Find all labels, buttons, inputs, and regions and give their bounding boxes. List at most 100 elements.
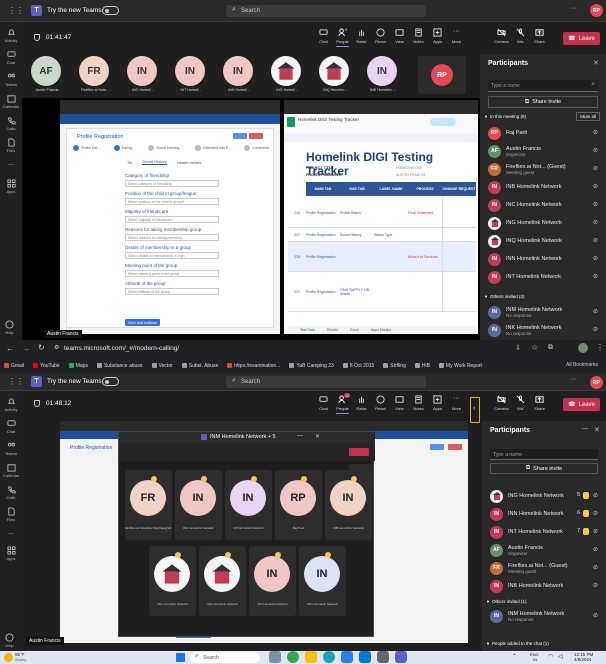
rail-activity[interactable]: Activity	[0, 28, 22, 43]
bookmark-item[interactable]: Substance abuse	[96, 363, 143, 369]
sheet-tab[interactable]: Test Data	[300, 328, 315, 332]
participant-row[interactable]: IN INN Homelink Network ⊘	[480, 250, 606, 268]
search-box[interactable]: ⌕ Search	[226, 376, 426, 388]
in-meeting-header[interactable]: ▼ In this meeting (9) Mute all	[484, 112, 602, 121]
more-options-icon[interactable]: ···	[570, 376, 577, 383]
leave-button[interactable]: ☎ Leave	[563, 398, 600, 411]
field-select[interactable]: Select details of membership in a gr...	[125, 252, 219, 259]
toolbar-view[interactable]: View	[390, 395, 409, 411]
teams-taskbar-icon[interactable]	[395, 651, 407, 663]
popup-video-tile[interactable]: ING Homelink Network	[149, 546, 196, 616]
mail-icon[interactable]	[359, 651, 371, 663]
popup-video-tile[interactable]: IN INM Homelink Network	[299, 546, 346, 616]
type-name-input[interactable]: Type a name	[490, 449, 598, 460]
share-button[interactable]: Share	[530, 395, 549, 411]
toolbar-people[interactable]: People 9	[333, 27, 352, 47]
video-tile[interactable]: IN INC Homeli...	[120, 54, 166, 96]
sheet-row[interactable]: 226 Profile Registration Profile Status Fin…	[288, 198, 476, 228]
video-tile[interactable]: IN INB Homelink ...	[360, 54, 406, 96]
share-invite-button[interactable]: ⧉ Share invite	[488, 96, 598, 108]
field-select[interactable]: Select meeting point of the group	[125, 270, 219, 277]
share-button[interactable]: Share	[530, 28, 549, 44]
download-icon[interactable]: ⇩	[515, 344, 521, 352]
sheet-tab[interactable]: Event	[350, 328, 359, 332]
menu-icon[interactable]: ⋮	[596, 343, 604, 352]
step-item[interactable]: Extended Info F...	[195, 145, 230, 151]
rail-calls[interactable]: Calls	[0, 116, 22, 131]
participant-row[interactable]: IN INN Homelink Network 6 ⊘	[482, 505, 606, 523]
forward-icon[interactable]: →	[22, 344, 30, 353]
bookmark-item[interactable]: HiB	[414, 363, 430, 369]
reload-icon[interactable]: ↻	[38, 343, 45, 352]
sheet-row[interactable]: 229 Profile Registration OMG SUPPLY LIB de…	[288, 272, 476, 312]
popup-video-tile[interactable]: FR Fireflies.ai Notetaker Raj Raja@Jd...	[125, 470, 172, 540]
profile-icon[interactable]	[578, 343, 588, 353]
participant-row[interactable]: IN INB Homelink Network ⊘	[480, 178, 606, 196]
others-invited-header[interactable]: ▼ Others invited (2)	[484, 294, 524, 299]
field-select[interactable]: Select majority of friends are	[125, 216, 219, 223]
close-icon[interactable]: ✕	[593, 59, 599, 67]
camera-button[interactable]: Camera	[492, 395, 511, 411]
dots-grid-icon[interactable]: ⋮⋮	[8, 6, 24, 15]
save-continue-button[interactable]: Save and continue	[125, 319, 160, 326]
participant-row[interactable]: IN INK Homelink Network No response ⊘	[480, 321, 606, 339]
close-icon[interactable]: ✕	[594, 426, 600, 434]
toolbar-react[interactable]: React	[371, 395, 390, 411]
settings-icon[interactable]	[377, 651, 389, 663]
participant-row[interactable]: IN INM Homelink Network No response ⊘	[480, 303, 606, 321]
sheet-row[interactable]: 227 Profile Registration Social History Sta…	[288, 228, 476, 242]
type-name-input[interactable]: Type a name ⌕	[488, 80, 598, 92]
toolbar-view[interactable]: View	[390, 28, 409, 44]
weather-icon[interactable]	[4, 653, 13, 662]
added-to-chat-header[interactable]: ▼ People added to the chat (1)	[486, 641, 549, 646]
field-select[interactable]: Select category of friendship	[125, 180, 219, 187]
video-tile[interactable]: IN INT Homeli...	[168, 54, 214, 96]
toolbar-notes[interactable]: Notes	[409, 28, 428, 44]
rail-teams[interactable]: Teams	[0, 441, 22, 456]
bookmark-item[interactable]: 8 Oct 2015	[342, 363, 374, 369]
rail-files[interactable]: Files	[0, 138, 22, 153]
rail-help[interactable]: Help	[5, 320, 14, 335]
participant-row[interactable]: ING Homelink Network 5 ⊘	[482, 487, 606, 505]
popup-video-tile[interactable]: IN INN Homelink Network	[249, 546, 296, 616]
tray-chevron-icon[interactable]: ⌃	[512, 653, 517, 660]
rail-files[interactable]: Files	[0, 507, 22, 522]
mic-button[interactable]: Mic	[511, 28, 530, 44]
new-teams-toggle[interactable]	[102, 6, 119, 15]
chrome-icon[interactable]	[287, 651, 299, 663]
bookmark-item[interactable]: Gmail	[4, 363, 24, 369]
step-item[interactable]: Profile Det...	[73, 145, 100, 151]
popup-video-tile[interactable]: IN INT Homelink Network	[225, 470, 272, 540]
rail-apps[interactable]: Apps	[0, 546, 22, 561]
toolbar-apps[interactable]: Apps	[428, 395, 447, 411]
rail-teams[interactable]: Teams	[0, 72, 22, 87]
edge-icon[interactable]	[323, 651, 335, 663]
site-info-icon[interactable]: ⚙	[54, 344, 59, 351]
expand-panel-button[interactable]: ‹	[470, 397, 480, 423]
minimize-icon[interactable]: —	[582, 426, 588, 432]
participant-row[interactable]: IN INT Homelink Network 7 ⊘	[482, 523, 606, 541]
bookmark-item[interactable]: Maps	[68, 363, 88, 369]
form-tab[interactable]: Health details	[177, 160, 201, 165]
popup-video-tile[interactable]: RP Raj Parit	[275, 470, 322, 540]
bookmark-item[interactable]: YouTube	[33, 363, 60, 369]
step-item[interactable]: Social Investig...	[148, 145, 182, 151]
participant-row[interactable]: AF Austin Francis Organizer ⊘	[480, 142, 606, 160]
toolbar-react[interactable]: React	[371, 28, 390, 44]
url-field[interactable]: teams.microsoft.com/_#/modern-calling/	[64, 345, 179, 352]
video-tile[interactable]: AF Austin Francis	[24, 54, 70, 96]
field-select[interactable]: Select reasons for taking members...	[125, 234, 219, 241]
field-select[interactable]: Select position of the child in group/l	[125, 198, 219, 205]
step-item[interactable]: Comments	[244, 145, 269, 151]
rail-calendar[interactable]: Calendar	[0, 463, 22, 478]
new-teams-toggle[interactable]	[102, 377, 119, 386]
bookmark-item[interactable]: Subst. Abuse	[181, 363, 218, 369]
popup-video-tile[interactable]: INQ Homelink Network	[199, 546, 246, 616]
popup-video-tile[interactable]: IN INB Homelink Network	[325, 470, 372, 540]
toolbar-people[interactable]: People 10	[333, 393, 352, 414]
toolbar-apps[interactable]: Apps	[428, 28, 447, 44]
bookmark-item[interactable]: Vector	[151, 363, 173, 369]
participant-row[interactable]: IN INB Homelink Network ⊘	[482, 577, 606, 595]
camera-button[interactable]: Camera	[492, 28, 511, 44]
sheet-row[interactable]: 228 Profile Registration Move it to Servic…	[288, 242, 476, 272]
